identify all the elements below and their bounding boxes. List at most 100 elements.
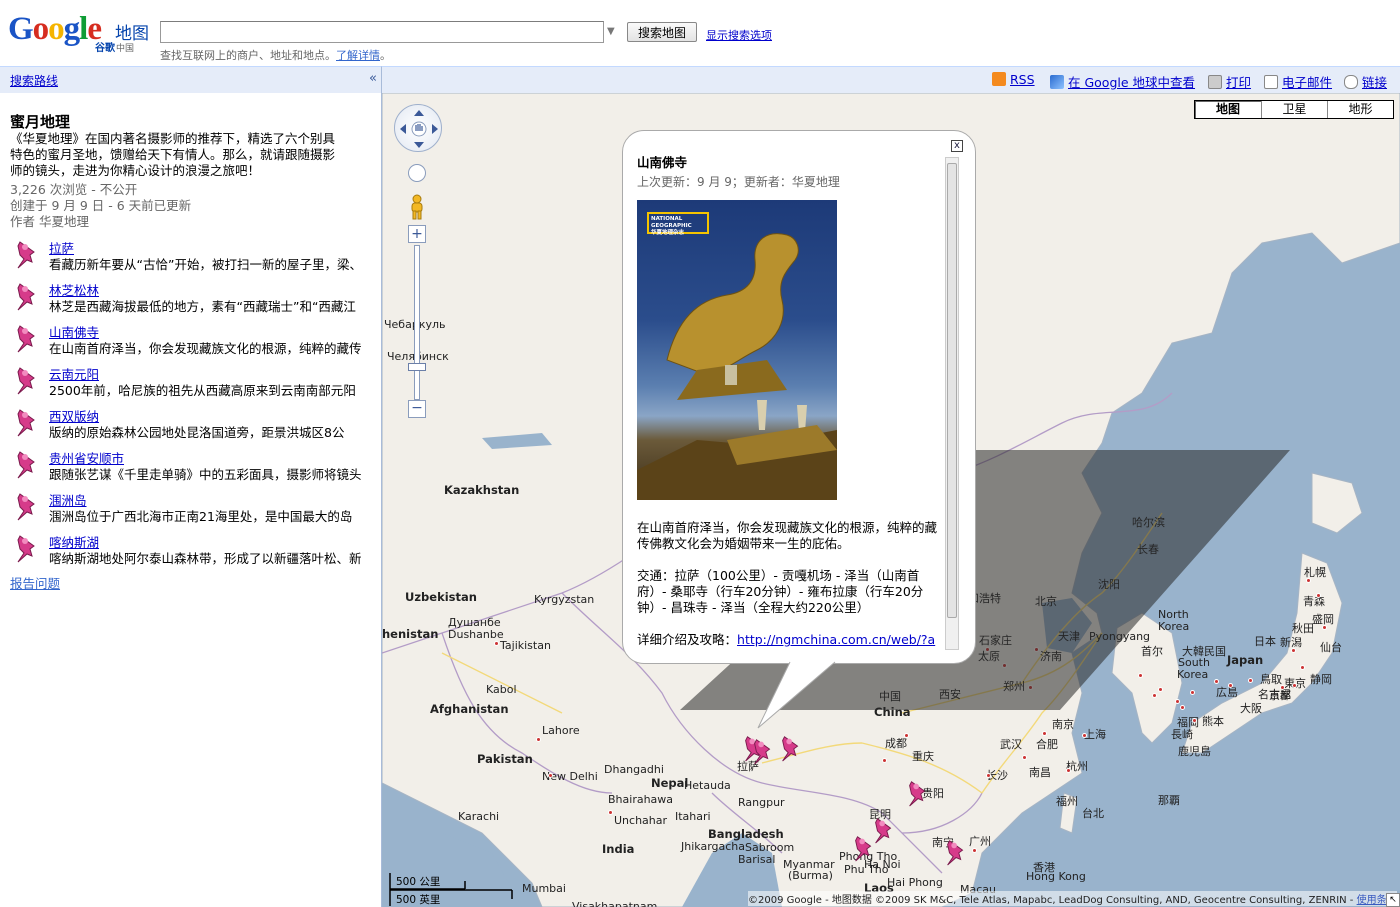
- map-label: 青森: [1303, 595, 1325, 608]
- get-directions-link[interactable]: 搜索路线: [10, 72, 58, 89]
- view-in-earth-link[interactable]: 在 Google 地球中查看: [1050, 72, 1195, 91]
- zoom-slider-handle[interactable]: [408, 363, 426, 371]
- map-label: 台北: [1082, 807, 1104, 820]
- print-label: 打印: [1226, 75, 1252, 90]
- map-label: 上海: [1084, 728, 1106, 741]
- list-item[interactable]: 山南佛寺 在山南首府泽当，你会发现藏族文化的根源，纯粹的藏传: [10, 322, 381, 364]
- info-window-photo[interactable]: NATIONAL GEOGRAPHIC 华夏地理杂志: [637, 200, 837, 500]
- map-label: (Burma): [788, 869, 833, 882]
- map-title: 蜜月地理: [10, 113, 71, 131]
- map-label: 仙台: [1320, 641, 1342, 654]
- list-item[interactable]: 喀纳斯湖 喀纳斯湖地处阿尔泰山森林带，形成了以新疆落叶松、新: [10, 532, 381, 574]
- map-pushpin-icon[interactable]: [777, 733, 805, 766]
- report-problem-link[interactable]: 报告问题: [10, 573, 60, 592]
- detail-label: 详细介绍及攻略：: [637, 632, 738, 647]
- map-label: Nepal: [651, 776, 689, 790]
- search-maps-button[interactable]: 搜索地图: [627, 22, 697, 42]
- pushpin-icon[interactable]: [12, 406, 42, 438]
- map-label: 石家庄: [979, 634, 1012, 647]
- info-window-paragraph-2: 交通：拉萨（100公里）- 贡嘎机场 - 泽当（山南首府）- 桑耶寺（行车20分…: [637, 568, 924, 615]
- map-label: 広島: [1216, 686, 1238, 699]
- list-item[interactable]: 贵州省安顺市 跟随张艺谋《千里走单骑》中的五彩面具，摄影师将镜头: [10, 448, 381, 490]
- list-item-description: 林芝是西藏海拔最低的地方，素有“西藏瑞士”和“西藏江: [49, 299, 356, 314]
- city-dot: [1042, 731, 1047, 736]
- search-hint-text: 查找互联网上的商户、地址和地点。: [160, 49, 336, 62]
- search-input[interactable]: [160, 21, 604, 43]
- map-label: Unchahar: [614, 814, 668, 827]
- pushpin-icon[interactable]: [12, 322, 42, 354]
- map-label: Uzbekistan: [405, 590, 477, 604]
- map-label: 重庆: [912, 750, 934, 763]
- map-label: henistan: [382, 627, 439, 641]
- map-label: Itahari: [675, 810, 711, 823]
- show-search-options-link[interactable]: 显示搜索选项: [706, 27, 772, 43]
- search-history-dropdown-icon[interactable]: ▼: [607, 26, 621, 38]
- zoom-out-button[interactable]: −: [408, 400, 426, 418]
- map-type-terrain[interactable]: 地形: [1327, 101, 1393, 118]
- map-pushpin-icon[interactable]: [904, 778, 932, 811]
- info-window-close-button[interactable]: x: [951, 140, 963, 152]
- pan-control[interactable]: [394, 104, 442, 152]
- header: Google 地图 谷歌 中国 ▼ 搜索地图 显示搜索选项 查找互联网上的商户、…: [0, 0, 1400, 66]
- map-label: Jhikargacha: [681, 840, 746, 853]
- map-label: 长春: [1137, 543, 1159, 556]
- list-item-description: 看藏历新年要从“古恰”开始，被打扫一新的屋子里，梁、: [49, 257, 362, 272]
- list-item[interactable]: 云南元阳 2500年前，哈尼族的祖先从西藏高原来到云南南部元阳: [10, 364, 381, 406]
- map-label: 日本: [1254, 635, 1276, 648]
- map-pushpin-icon[interactable]: [942, 837, 970, 870]
- email-link[interactable]: 电子邮件: [1264, 72, 1332, 91]
- map-pushpin-icon[interactable]: [870, 815, 898, 848]
- list-item[interactable]: 林芝松林 林芝是西藏海拔最低的地方，素有“西藏瑞士”和“西藏江: [10, 280, 381, 322]
- street-view-pegman-icon[interactable]: [409, 194, 425, 220]
- map-label: 成都: [885, 737, 907, 750]
- list-item[interactable]: 涠洲岛 涠洲岛位于广西北海市正南21海里处，是中国最大的岛: [10, 490, 381, 532]
- link-link[interactable]: 链接: [1344, 72, 1387, 91]
- zoom-slider-track[interactable]: [414, 245, 420, 400]
- map-label: Hetauda: [684, 779, 731, 792]
- pushpin-icon[interactable]: [12, 238, 42, 270]
- pushpin-icon[interactable]: [12, 490, 42, 522]
- map-label: Korea: [1158, 620, 1190, 633]
- pushpin-icon[interactable]: [12, 448, 42, 480]
- map-label: 天津: [1058, 630, 1080, 643]
- pushpin-icon[interactable]: [12, 280, 42, 312]
- map-label: Tajikistan: [500, 639, 551, 652]
- map-label: Kabol: [486, 683, 517, 696]
- google-maps-logo[interactable]: Google 地图 谷歌 中国: [8, 12, 158, 56]
- city-dot: [1002, 663, 1007, 668]
- map-label: 長崎: [1171, 728, 1193, 741]
- collapse-panel-button[interactable]: «: [369, 71, 377, 86]
- list-item[interactable]: 拉萨 看藏历新年要从“古恰”开始，被打扫一新的屋子里，梁、: [10, 238, 381, 280]
- city-dot: [1082, 733, 1087, 738]
- learn-more-link[interactable]: 了解详情: [336, 49, 380, 62]
- map-label: 南昌: [1029, 766, 1051, 779]
- info-window-paragraph-1: 在山南首府泽当，你会发现藏族文化的根源，纯粹的藏传佛教文化会为婚姻带来一生的庇佑…: [637, 520, 938, 551]
- city-dot: [1028, 685, 1033, 690]
- info-window-scroll-thumb[interactable]: [947, 163, 957, 618]
- map-label: 郑州: [1003, 680, 1025, 693]
- city-dot: [1066, 768, 1071, 773]
- zoom-in-button[interactable]: +: [408, 225, 426, 243]
- map-label: Mumbai: [522, 882, 566, 895]
- pushpin-icon[interactable]: [12, 532, 42, 564]
- map-label: 哈尔滨: [1132, 516, 1165, 529]
- center-map-button[interactable]: [408, 164, 426, 182]
- pushpin-icon[interactable]: [12, 364, 42, 396]
- map-label: 合肥: [1036, 738, 1058, 751]
- map-label: Pyongyang: [1089, 630, 1151, 643]
- rss-icon: [992, 72, 1006, 86]
- map-label: Japan: [1227, 653, 1264, 667]
- rss-link[interactable]: RSS: [992, 72, 1035, 87]
- map-type-satellite[interactable]: 卫星: [1261, 101, 1327, 118]
- overview-map-toggle[interactable]: ↖: [1386, 893, 1400, 907]
- city-dot: [1022, 755, 1027, 760]
- print-link[interactable]: 打印: [1208, 72, 1251, 91]
- list-item-description: 2500年前，哈尼族的祖先从西藏高原来到云南南部元阳: [49, 383, 356, 398]
- map-label: Hong Kong: [1026, 870, 1086, 883]
- map-label: 中国: [879, 690, 901, 703]
- map-pushpin-icon[interactable]: [749, 736, 777, 769]
- list-item[interactable]: 西双版纳 版纳的原始森林公园地处昆洛国道旁，距景洪城区8公: [10, 406, 381, 448]
- map-description: 《华夏地理》在国内著名摄影师的推荐下，精选了六个别具特色的蜜月圣地，馈赠给天下有…: [10, 131, 336, 178]
- city-dot: [1228, 683, 1233, 688]
- map-type-map[interactable]: 地图: [1195, 101, 1261, 118]
